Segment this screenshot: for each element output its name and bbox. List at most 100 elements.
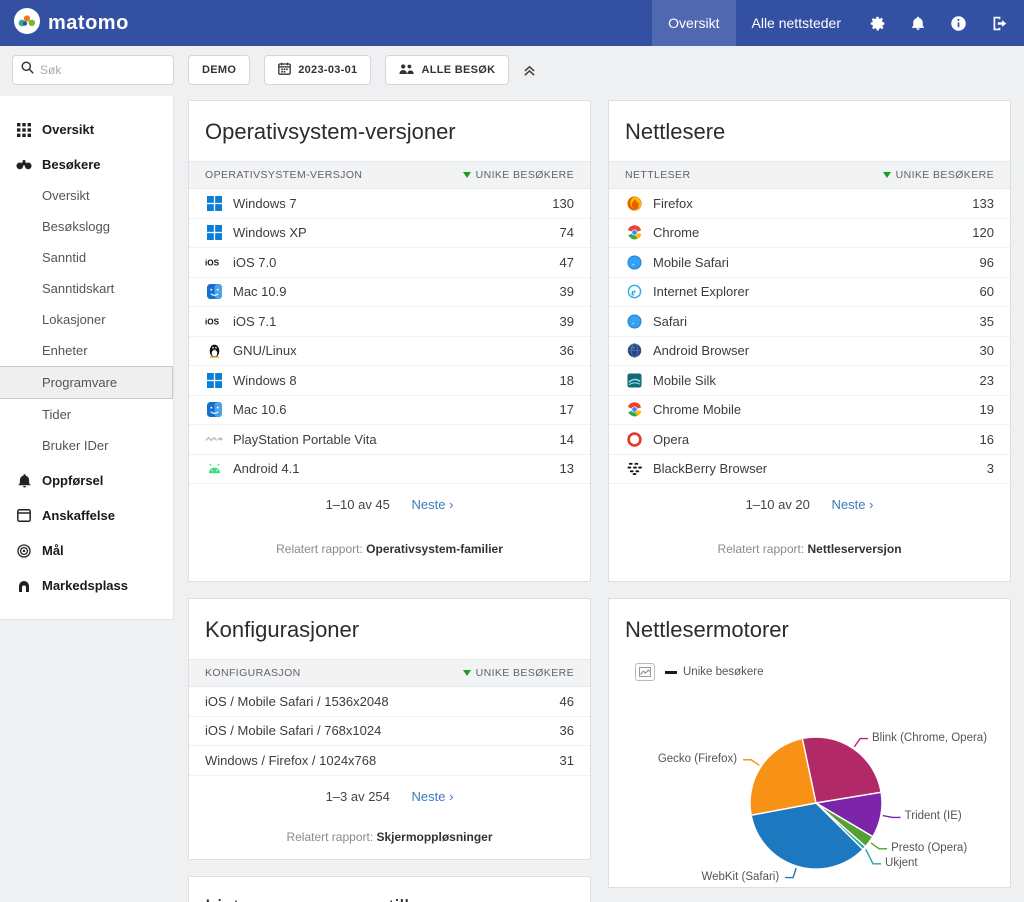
grid-icon bbox=[16, 122, 32, 137]
related-report: Relatert rapport: Operativsystem-familie… bbox=[189, 516, 590, 566]
sidebar-item-programvare[interactable]: Programvare bbox=[0, 366, 173, 399]
column-header-label[interactable]: KONFIGURASJON bbox=[205, 667, 301, 679]
sidebar-item-sanntid[interactable]: Sanntid bbox=[0, 242, 173, 273]
safari-icon bbox=[625, 313, 643, 329]
related-report-link[interactable]: Skjermoppløsninger bbox=[377, 830, 493, 844]
table-row[interactable]: iOS / Mobile Safari / 768x1024 36 bbox=[189, 717, 590, 746]
bell-icon[interactable] bbox=[898, 0, 938, 46]
pagination-next-link[interactable]: Neste › bbox=[412, 789, 454, 804]
sidebar-item-lokasjoner[interactable]: Lokasjoner bbox=[0, 304, 173, 335]
row-value: 35 bbox=[979, 313, 994, 329]
table-row[interactable]: Mobile Silk 23 bbox=[609, 366, 1010, 396]
sidebar-item-oversikt[interactable]: Oversikt bbox=[0, 180, 173, 211]
table-body: Firefox 133 Chrome 120 Mobile Safari 96 e Inter… bbox=[609, 189, 1010, 484]
search-box[interactable] bbox=[12, 55, 174, 85]
sidebar-item-oversikt[interactable]: Oversikt bbox=[0, 114, 173, 145]
column-header-label[interactable]: NETTLESER bbox=[625, 169, 690, 181]
android-icon bbox=[205, 461, 223, 477]
related-report: Relatert rapport: Nettleserversjon bbox=[609, 516, 1010, 566]
row-label: Mac 10.9 bbox=[233, 284, 287, 300]
sort-column[interactable]: UNIKE BESØKERE bbox=[882, 169, 994, 181]
sort-column[interactable]: UNIKE BESØKERE bbox=[462, 169, 574, 181]
table-row[interactable]: Android Browser 30 bbox=[609, 337, 1010, 366]
gear-icon[interactable] bbox=[857, 0, 898, 46]
pie-chart-svg bbox=[743, 736, 901, 879]
pie-label-trident-ie-[interactable]: Trident (IE) bbox=[905, 810, 962, 822]
sidebar-item-m-l[interactable]: Mål bbox=[0, 535, 173, 566]
table-row[interactable]: e Internet Explorer 60 bbox=[609, 278, 1010, 307]
pie-label-gecko-firefox-[interactable]: Gecko (Firefox) bbox=[658, 753, 737, 765]
table-row[interactable]: Windows / Firefox / 1024x768 31 bbox=[189, 746, 590, 776]
sort-desc-icon bbox=[882, 172, 891, 178]
site-selector-button[interactable]: DEMO bbox=[188, 55, 251, 85]
table-body: Windows 7 130 Windows XP 74 iOS iOS 7.0 47 Mac … bbox=[189, 189, 590, 484]
pagination-next-link[interactable]: Neste › bbox=[412, 497, 454, 512]
sidebar-item-oppf-rsel[interactable]: Oppførsel bbox=[0, 465, 173, 496]
pie-label-blink-chrome-opera-[interactable]: Blink (Chrome, Opera) bbox=[872, 732, 987, 744]
svg-text:iOS: iOS bbox=[205, 318, 220, 327]
bell-icon bbox=[16, 473, 32, 488]
info-icon[interactable] bbox=[938, 0, 979, 46]
pie-label-ukjent[interactable]: Ukjent bbox=[885, 857, 918, 869]
date-selector-button[interactable]: 2023-03-01 bbox=[264, 55, 372, 85]
table-row[interactable]: Windows XP 74 bbox=[189, 219, 590, 248]
table-row[interactable]: Mac 10.9 39 bbox=[189, 278, 590, 307]
sidebar-item-anskaffelse[interactable]: Anskaffelse bbox=[0, 500, 173, 531]
related-report-link[interactable]: Operativsystem-familier bbox=[366, 542, 503, 556]
table-row[interactable]: Windows 8 18 bbox=[189, 366, 590, 396]
ie-icon: e bbox=[625, 284, 643, 300]
sidebar-item-enheter[interactable]: Enheter bbox=[0, 335, 173, 366]
psvita-icon bbox=[205, 431, 223, 447]
row-label: iOS / Mobile Safari / 768x1024 bbox=[205, 723, 382, 739]
search-input[interactable] bbox=[40, 63, 150, 77]
table-row[interactable]: Firefox 133 bbox=[609, 189, 1010, 219]
nav-item-alle-nettsteder[interactable]: Alle nettsteder bbox=[736, 0, 858, 46]
table-row[interactable]: Android 4.1 13 bbox=[189, 455, 590, 484]
related-report-link[interactable]: Nettleserversjon bbox=[808, 542, 902, 556]
collapse-chevrons-icon[interactable] bbox=[523, 64, 536, 77]
browser-engines-pie-chart[interactable]: Blink (Chrome, Opera) Trident (IE) Presto … bbox=[609, 681, 1010, 887]
pie-label-webkit-safari-[interactable]: WebKit (Safari) bbox=[701, 871, 779, 883]
mac-icon bbox=[205, 284, 223, 300]
svg-text:iOS: iOS bbox=[205, 259, 220, 268]
sidebar-item-markedsplass[interactable]: Markedsplass bbox=[0, 570, 173, 601]
table-row[interactable]: iOS iOS 7.0 47 bbox=[189, 248, 590, 278]
row-label: Windows / Firefox / 1024x768 bbox=[205, 752, 377, 768]
pie-label-presto-opera-[interactable]: Presto (Opera) bbox=[891, 842, 967, 854]
row-label: Safari bbox=[653, 313, 687, 329]
segment-selector-button[interactable]: ALLE BESØK bbox=[385, 55, 510, 85]
table-row[interactable]: Mac 10.6 17 bbox=[189, 396, 590, 425]
export-image-icon[interactable] bbox=[635, 663, 655, 681]
table-row[interactable]: iOS / Mobile Safari / 1536x2048 46 bbox=[189, 687, 590, 717]
sidebar-item-bes-kere[interactable]: Besøkere bbox=[0, 149, 173, 180]
table-row[interactable]: PlayStation Portable Vita 14 bbox=[189, 425, 590, 455]
legend-item-unike-besokere[interactable]: Unike besøkere bbox=[665, 666, 764, 678]
pie-leader-line bbox=[865, 849, 882, 865]
target-icon bbox=[16, 543, 32, 558]
sort-column[interactable]: UNIKE BESØKERE bbox=[462, 667, 574, 679]
sidebar-item-bruker-ider[interactable]: Bruker IDer bbox=[0, 430, 173, 461]
nav-item-oversikt[interactable]: Oversikt bbox=[652, 0, 736, 46]
widget-title: Konfigurasjoner bbox=[205, 617, 360, 642]
table-row[interactable]: iOS iOS 7.1 39 bbox=[189, 307, 590, 337]
row-value: 120 bbox=[972, 225, 994, 241]
row-value: 36 bbox=[559, 343, 574, 359]
table-row[interactable]: Mobile Safari 96 bbox=[609, 248, 1010, 278]
binoculars-icon bbox=[16, 159, 32, 171]
sidebar-item-label: Enheter bbox=[42, 343, 88, 358]
sidebar-item-tider[interactable]: Tider bbox=[0, 399, 173, 430]
table-row[interactable]: Chrome 120 bbox=[609, 219, 1010, 248]
table-row[interactable]: GNU/Linux 36 bbox=[189, 337, 590, 366]
table-row[interactable]: Chrome Mobile 19 bbox=[609, 396, 1010, 425]
sidebar-item-label: Markedsplass bbox=[42, 578, 128, 593]
sidebar-item-sanntidskart[interactable]: Sanntidskart bbox=[0, 273, 173, 304]
table-row[interactable]: BlackBerry Browser 3 bbox=[609, 455, 1010, 484]
column-header-label[interactable]: OPERATIVSYSTEM-VERSJON bbox=[205, 169, 362, 181]
table-row[interactable]: Windows 7 130 bbox=[189, 189, 590, 219]
table-row[interactable]: Safari 35 bbox=[609, 307, 1010, 337]
pagination-next-link[interactable]: Neste › bbox=[832, 497, 874, 512]
matomo-brand[interactable]: matomo bbox=[0, 7, 129, 39]
sidebar-item-bes-kslogg[interactable]: Besøkslogg bbox=[0, 211, 173, 242]
signout-icon[interactable] bbox=[979, 0, 1024, 46]
table-row[interactable]: Opera 16 bbox=[609, 425, 1010, 455]
